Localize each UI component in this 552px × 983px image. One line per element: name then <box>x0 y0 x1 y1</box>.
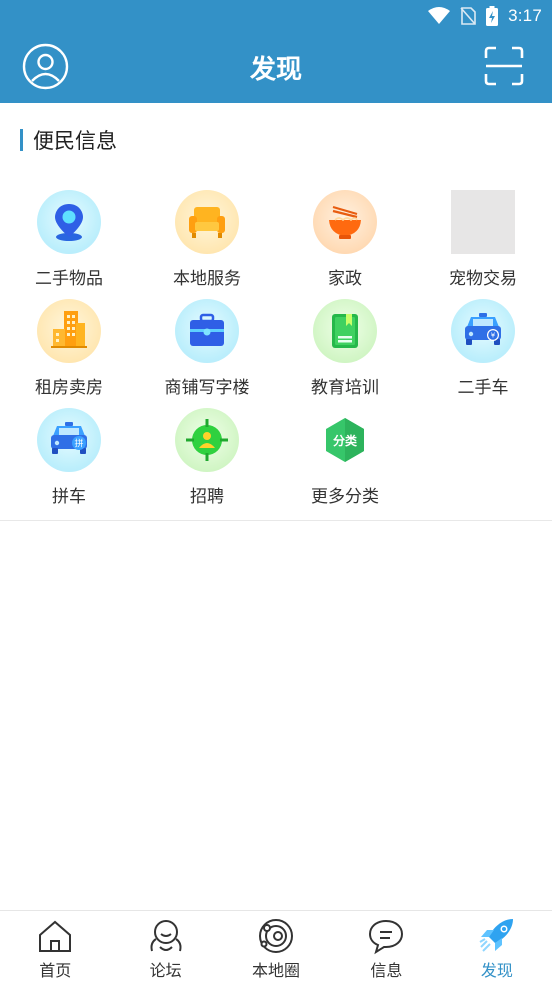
location-pin-icon <box>37 190 101 254</box>
section-title: 便民信息 <box>33 129 117 153</box>
tab-label: 本地圈 <box>252 961 301 980</box>
tab-label: 发现 <box>480 961 513 980</box>
noodle-bowl-icon <box>313 190 377 254</box>
tab-label: 首页 <box>39 961 72 980</box>
category-grid: 二手物品 本地服务 家政 宠物交易 租房卖房 商铺写字楼 教育培训 ¥ 二手车 … <box>0 186 552 513</box>
page-title: 发现 <box>249 55 302 85</box>
category-label: 租房卖房 <box>35 378 103 398</box>
svg-text:¥: ¥ <box>491 332 496 340</box>
category-item-more[interactable]: 分类 更多分类 <box>276 404 414 513</box>
category-item-rent-sell-house[interactable]: 租房卖房 <box>0 295 138 404</box>
tab-messages[interactable]: 信息 <box>331 911 441 983</box>
category-label: 家政 <box>328 269 362 289</box>
car-icon: ¥ <box>451 299 515 363</box>
category-item-carpool[interactable]: 拼 拼车 <box>0 404 138 513</box>
rocket-icon <box>479 919 513 952</box>
category-item-pet-trade[interactable]: 宠物交易 <box>414 186 552 295</box>
category-label: 宠物交易 <box>449 269 517 289</box>
category-label: 更多分类 <box>311 487 379 507</box>
sofa-icon <box>175 190 239 254</box>
app-header: 发现 <box>0 32 552 103</box>
scan-icon <box>484 46 524 86</box>
category-item-local-services[interactable]: 本地服务 <box>138 186 276 295</box>
category-row: 租房卖房 商铺写字楼 教育培训 ¥ 二手车 <box>0 295 552 404</box>
bottom-tab-bar: 首页 论坛 本地圈 信息 发现 <box>0 910 552 983</box>
tab-home[interactable]: 首页 <box>0 911 110 983</box>
tab-label: 论坛 <box>149 961 182 980</box>
category-label: 商铺写字楼 <box>164 378 250 398</box>
briefcase-icon <box>175 299 239 363</box>
section-header: 便民信息 <box>20 127 117 153</box>
category-item-education[interactable]: 教育培训 <box>276 295 414 404</box>
carpool-car-icon: 拼 <box>37 408 101 472</box>
status-icons: 3:17 <box>428 4 542 28</box>
category-label: 教育培训 <box>311 378 379 398</box>
scan-button[interactable] <box>484 46 524 86</box>
tab-forum[interactable]: 论坛 <box>110 911 220 983</box>
category-label: 二手物品 <box>35 269 103 289</box>
category-item-housekeeping[interactable]: 家政 <box>276 186 414 295</box>
status-bar: 3:17 <box>0 0 552 32</box>
carpool-badge: 拼 <box>74 438 83 450</box>
category-item-used-car[interactable]: ¥ 二手车 <box>414 295 552 404</box>
book-icon <box>313 299 377 363</box>
tab-local-circle[interactable]: 本地圈 <box>221 911 331 983</box>
local-circle-icon <box>259 919 294 953</box>
category-label: 拼车 <box>52 487 86 507</box>
image-placeholder-icon <box>451 190 515 254</box>
wifi-icon <box>428 7 451 24</box>
category-label: 本地服务 <box>173 269 241 289</box>
category-label: 二手车 <box>457 378 509 398</box>
category-item-recruitment[interactable]: 招聘 <box>138 404 276 513</box>
tab-label: 信息 <box>370 961 403 980</box>
category-row: 二手物品 本地服务 家政 宠物交易 <box>0 186 552 295</box>
category-label: 招聘 <box>190 487 224 507</box>
building-icon <box>37 299 101 363</box>
category-item-second-hand-goods[interactable]: 二手物品 <box>0 186 138 295</box>
tab-discover[interactable]: 发现 <box>442 911 552 983</box>
section-divider <box>0 520 552 521</box>
battery-charging-icon <box>486 6 499 26</box>
status-time: 3:17 <box>508 6 542 25</box>
category-item-shops-offices[interactable]: 商铺写字楼 <box>138 295 276 404</box>
section-accent-bar <box>20 129 23 151</box>
more-badge: 分类 <box>333 433 358 448</box>
home-icon <box>39 920 72 952</box>
forum-icon <box>150 920 182 952</box>
more-category-icon: 分类 <box>313 408 377 472</box>
message-icon <box>369 919 404 955</box>
category-row: 拼 拼车 招聘 分类 更多分类 <box>0 404 552 513</box>
no-sim-icon <box>460 7 476 25</box>
recruit-target-icon <box>175 408 239 472</box>
